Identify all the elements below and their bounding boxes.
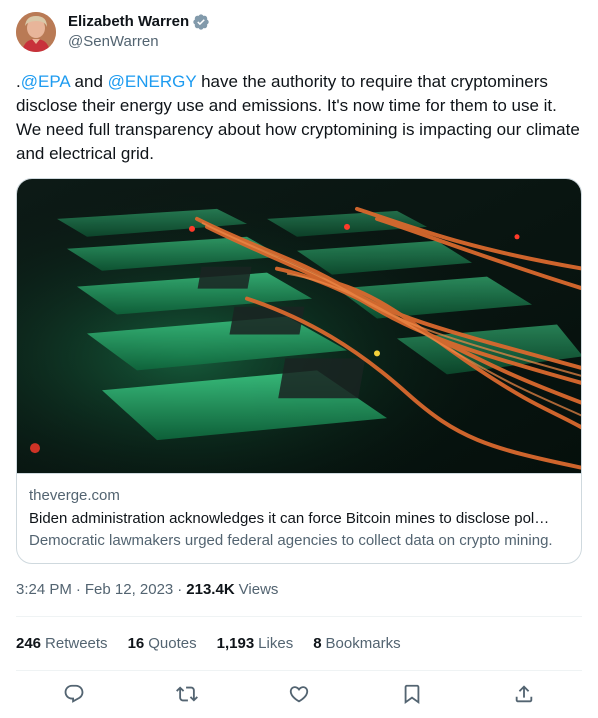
tweet-and: and — [69, 72, 108, 91]
retweet-button[interactable] — [175, 682, 199, 706]
bookmark-button[interactable] — [400, 682, 424, 706]
bookmarks-stat-link[interactable]: 8 Bookmarks — [313, 634, 400, 654]
share-icon — [515, 685, 533, 703]
tweet-header: Elizabeth Warren @SenWarren — [16, 12, 210, 52]
tweet-text: .@EPA and @ENERGY have the authority to … — [16, 70, 582, 166]
tweet-meta: 3:24 PM · Feb 12, 2023 · 213.4K Views — [16, 580, 278, 600]
verified-badge-icon[interactable] — [192, 13, 210, 31]
reply-icon — [64, 684, 84, 703]
likes-count: 1,193 — [216, 635, 255, 652]
bookmark-icon — [404, 684, 419, 705]
bookmarks-count: 8 — [313, 635, 322, 652]
retweets-stat-link[interactable]: 246 Retweets — [16, 634, 108, 654]
meta-separator: · — [75, 581, 81, 598]
divider — [16, 616, 582, 617]
reply-button[interactable] — [62, 682, 86, 706]
retweets-label: Retweets — [45, 635, 108, 652]
quotes-label: Quotes — [148, 635, 197, 652]
divider — [16, 670, 582, 671]
quotes-stat-link[interactable]: 16 Quotes — [128, 634, 197, 654]
mention-epa-link[interactable]: @EPA — [21, 72, 70, 91]
retweet-icon — [175, 686, 198, 702]
bookmarks-label: Bookmarks — [325, 635, 401, 652]
quotes-count: 16 — [127, 635, 145, 652]
tweet-date-link[interactable]: Feb 12, 2023 — [85, 580, 173, 600]
like-button[interactable] — [287, 682, 311, 706]
card-description: Democratic lawmakers urged federal agenc… — [29, 532, 553, 549]
link-preview-card[interactable]: theverge.com Biden administration acknow… — [16, 178, 582, 564]
meta-separator: · — [177, 581, 183, 598]
views-count: 213.4K — [186, 581, 235, 598]
like-icon — [289, 686, 309, 703]
share-button[interactable] — [512, 682, 536, 706]
likes-stat-link[interactable]: 1,193 Likes — [217, 634, 294, 654]
retweets-count: 246 — [16, 635, 42, 652]
likes-label: Likes — [258, 635, 294, 652]
engagement-stats: 246 Retweets 16 Quotes 1,193 Likes 8 Bookmar… — [16, 634, 421, 654]
card-domain: theverge.com — [29, 487, 120, 504]
author-display-name[interactable]: Elizabeth Warren — [68, 12, 189, 32]
card-image[interactable] — [17, 179, 582, 474]
mention-energy-link[interactable]: @ENERGY — [108, 72, 197, 91]
author-handle[interactable]: @SenWarren — [68, 32, 210, 52]
views-label: Views — [238, 581, 279, 598]
author-avatar[interactable] — [16, 12, 56, 52]
tweet-time-link[interactable]: 3:24 PM — [16, 580, 72, 600]
action-bar — [16, 682, 582, 706]
card-title: Biden administration acknowledges it can… — [29, 510, 550, 527]
